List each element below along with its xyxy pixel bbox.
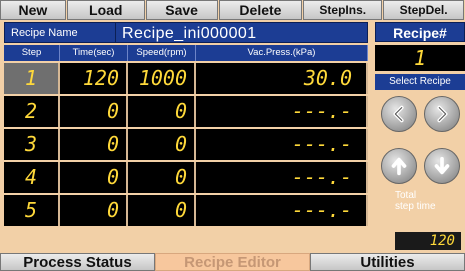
arrow-right-icon bbox=[436, 105, 447, 123]
header-vac-press: Vac.Press.(kPa) bbox=[196, 45, 368, 61]
vac-press-cell[interactable]: ---.- bbox=[196, 162, 368, 193]
recipe-selector-panel: Recipe# 1 Select Recipe Total step time bbox=[375, 22, 465, 212]
recipe-name-label: Recipe Name bbox=[4, 22, 116, 43]
step-cell[interactable]: 4 bbox=[4, 162, 60, 193]
time-cell[interactable]: 0 bbox=[60, 162, 128, 193]
delete-button[interactable]: Delete bbox=[218, 0, 303, 20]
recipe-arrow-row bbox=[375, 96, 465, 132]
step-delete-button[interactable]: StepDel. bbox=[383, 0, 464, 20]
new-button[interactable]: New bbox=[0, 0, 66, 20]
speed-cell[interactable]: 0 bbox=[128, 129, 196, 160]
step-insert-button[interactable]: StepIns. bbox=[303, 0, 383, 20]
step-cell[interactable]: 2 bbox=[4, 96, 60, 127]
step-down-button[interactable] bbox=[423, 148, 460, 184]
recipe-name-row: Recipe Name Recipe_ini000001 bbox=[4, 22, 368, 43]
header-step: Step bbox=[4, 45, 60, 61]
header-time: Time(sec) bbox=[60, 45, 128, 61]
time-cell[interactable]: 0 bbox=[60, 195, 128, 226]
table-header-row: Step Time(sec) Speed(rpm) Vac.Press.(kPa… bbox=[4, 45, 368, 61]
arrow-left-icon bbox=[393, 105, 404, 123]
speed-cell[interactable]: 0 bbox=[128, 96, 196, 127]
step-cell[interactable]: 5 bbox=[4, 195, 60, 226]
save-button[interactable]: Save bbox=[145, 0, 218, 20]
table-row: 2 0 0 ---.- bbox=[4, 96, 368, 127]
speed-cell[interactable]: 0 bbox=[128, 162, 196, 193]
tab-recipe-editor[interactable]: Recipe Editor bbox=[155, 253, 310, 271]
select-recipe-label: Select Recipe bbox=[375, 74, 465, 90]
toolbar: New Load Save Delete StepIns. StepDel. bbox=[0, 0, 465, 20]
next-recipe-button[interactable] bbox=[423, 96, 460, 132]
step-cell[interactable]: 3 bbox=[4, 129, 60, 160]
total-step-time-label: Total step time bbox=[375, 190, 465, 212]
time-cell[interactable]: 0 bbox=[60, 96, 128, 127]
recipe-step-table: Step Time(sec) Speed(rpm) Vac.Press.(kPa… bbox=[4, 45, 368, 226]
arrow-up-icon bbox=[391, 157, 406, 176]
arrow-down-icon bbox=[434, 156, 449, 175]
vac-press-cell[interactable]: ---.- bbox=[196, 96, 368, 127]
bottom-tab-bar: Process Status Recipe Editor Utilities bbox=[0, 253, 465, 271]
recipe-name-field[interactable]: Recipe_ini000001 bbox=[116, 22, 368, 43]
table-row: 4 0 0 ---.- bbox=[4, 162, 368, 193]
vac-press-cell[interactable]: ---.- bbox=[196, 129, 368, 160]
total-step-time-display: 120 bbox=[395, 232, 461, 250]
vac-press-cell[interactable]: ---.- bbox=[196, 195, 368, 226]
tab-utilities[interactable]: Utilities bbox=[310, 253, 465, 271]
step-cell[interactable]: 1 bbox=[4, 63, 60, 94]
speed-cell[interactable]: 0 bbox=[128, 195, 196, 226]
table-row: 1 120 1000 30.0 bbox=[4, 63, 368, 94]
total-label-line2: step time bbox=[395, 201, 436, 212]
load-button[interactable]: Load bbox=[66, 0, 145, 20]
time-cell[interactable]: 120 bbox=[60, 63, 128, 94]
previous-recipe-button[interactable] bbox=[380, 96, 417, 132]
total-label-line1: Total bbox=[395, 190, 417, 201]
step-arrow-row bbox=[375, 148, 465, 184]
table-row: 3 0 0 ---.- bbox=[4, 129, 368, 160]
recipe-number-display: 1 bbox=[375, 45, 465, 71]
recipe-number-label: Recipe# bbox=[375, 22, 465, 42]
step-up-button[interactable] bbox=[380, 148, 417, 184]
vac-press-cell[interactable]: 30.0 bbox=[196, 63, 368, 94]
tab-process-status[interactable]: Process Status bbox=[0, 253, 155, 271]
speed-cell[interactable]: 1000 bbox=[128, 63, 196, 94]
time-cell[interactable]: 0 bbox=[60, 129, 128, 160]
header-speed: Speed(rpm) bbox=[128, 45, 196, 61]
table-row: 5 0 0 ---.- bbox=[4, 195, 368, 226]
